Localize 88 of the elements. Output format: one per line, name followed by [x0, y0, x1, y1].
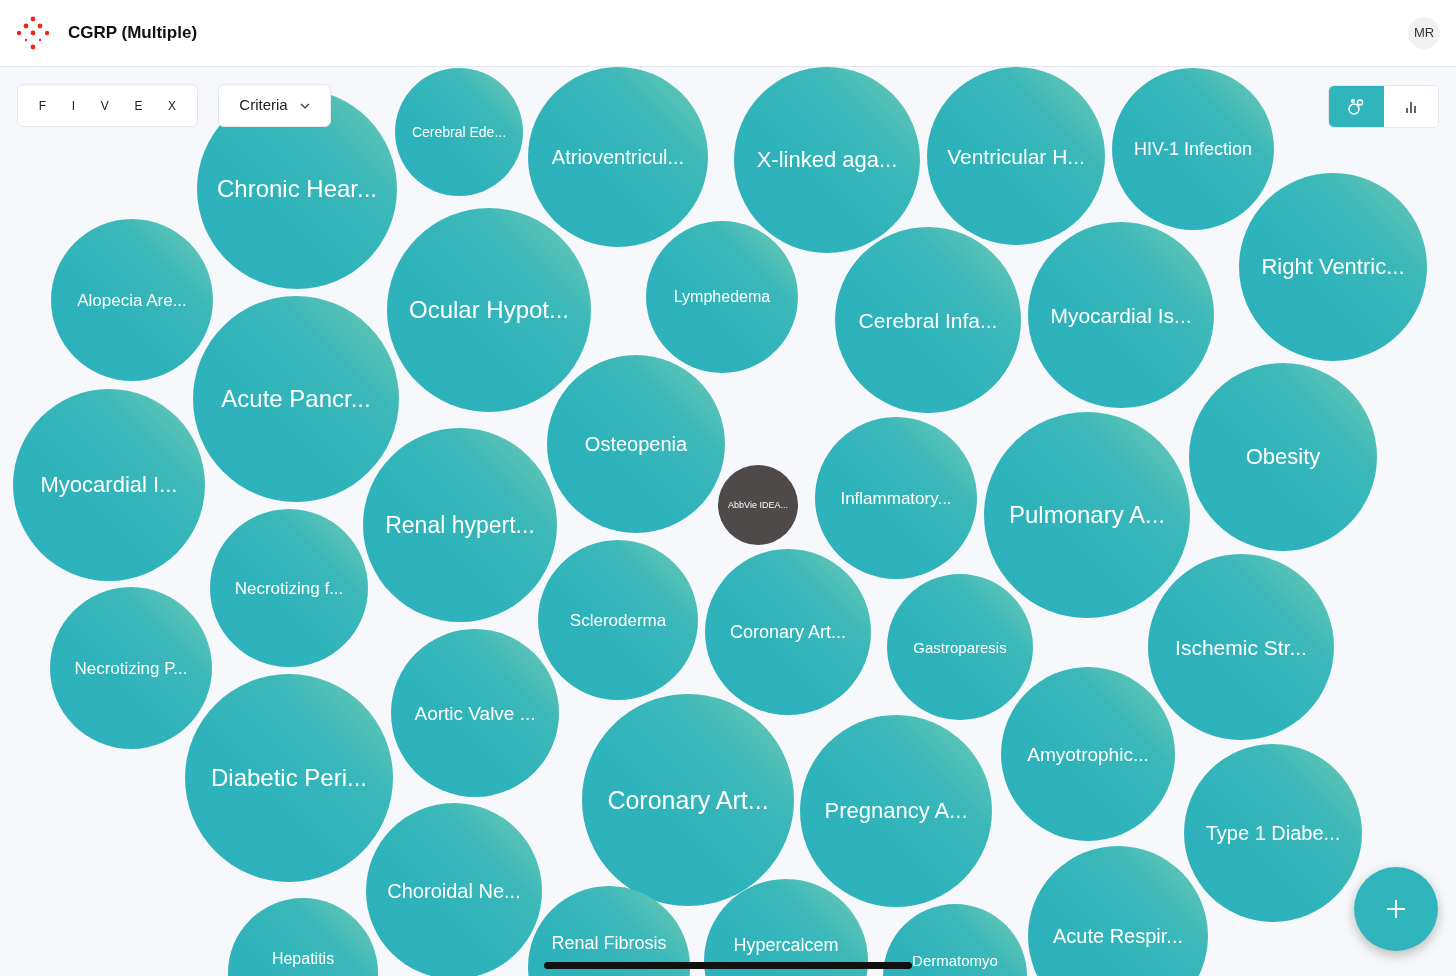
bubble[interactable]: Pregnancy A... — [800, 715, 992, 907]
bubble[interactable]: Lymphedema — [646, 221, 798, 373]
bubbles-icon — [1347, 97, 1366, 116]
bubble-label: HIV-1 Infection — [1133, 140, 1253, 158]
criteria-dropdown[interactable]: Criteria — [218, 84, 331, 127]
bubble-label: Renal hypert... — [385, 513, 535, 537]
bubble[interactable]: Amyotrophic... — [1001, 667, 1175, 841]
bubble-label: Atrioventricul... — [551, 147, 685, 167]
bubble[interactable]: Osteopenia — [547, 355, 725, 533]
bubble-label: Diabetic Peri... — [210, 766, 368, 790]
bubble-label: Gastroparesis — [913, 639, 1007, 655]
bubble-label: Type 1 Diabe... — [1205, 823, 1341, 843]
bubble-label: Osteopenia — [584, 434, 688, 454]
bubble[interactable]: AbbVie IDEA... — [718, 465, 798, 545]
bubble-label: Ventricular H... — [947, 145, 1085, 167]
bubble[interactable]: X-linked aga... — [734, 67, 920, 253]
bubble-label: Necrotizing P... — [74, 659, 188, 677]
filter-letter[interactable]: I — [67, 96, 80, 115]
bubble-label: Myocardial I... — [40, 474, 178, 496]
bubble[interactable]: Acute Respir... — [1028, 846, 1208, 976]
filter-letter[interactable]: V — [96, 96, 113, 115]
bubble[interactable]: Diabetic Peri... — [185, 674, 393, 882]
bubble-label: Hepatitis — [271, 951, 335, 967]
bubble[interactable]: Type 1 Diabe... — [1184, 744, 1362, 922]
bubble-label: Hypercalcem — [733, 936, 839, 954]
bubble[interactable]: Choroidal Ne... — [366, 803, 542, 976]
user-avatar[interactable]: MR — [1408, 17, 1440, 49]
bubble[interactable]: Alopecia Are... — [51, 219, 213, 381]
bubble-label: Acute Pancr... — [221, 387, 371, 411]
bubble[interactable]: Gastroparesis — [887, 574, 1033, 720]
bubble-label: Inflammatory... — [840, 489, 952, 507]
bar-chart-icon — [1403, 99, 1418, 114]
bubble[interactable]: Coronary Art... — [705, 549, 871, 715]
bubble[interactable]: Renal hypert... — [363, 428, 557, 622]
bubble[interactable]: Atrioventricul... — [528, 67, 708, 247]
bubble[interactable]: Necrotizing f... — [210, 509, 368, 667]
bubble[interactable]: Right Ventric... — [1239, 173, 1427, 361]
bubble[interactable]: Hepatitis — [228, 898, 378, 976]
bubble-label: AbbVie IDEA... — [728, 500, 788, 510]
bubble[interactable]: Myocardial I... — [13, 389, 205, 581]
bubble[interactable]: Scleroderma — [538, 540, 698, 700]
bubble[interactable]: Necrotizing P... — [50, 587, 212, 749]
plus-icon — [1386, 899, 1406, 919]
bubble-label: Obesity — [1245, 446, 1321, 468]
bubble-label: Pregnancy A... — [824, 800, 968, 822]
bubble-label: Cerebral Infa... — [858, 309, 998, 331]
bubble-label: Scleroderma — [569, 611, 667, 629]
bubble-label: Choroidal Ne... — [387, 881, 521, 901]
bubble[interactable]: Coronary Art... — [582, 694, 794, 906]
bubble-label: Coronary Art... — [729, 623, 846, 641]
bubble[interactable]: Ocular Hypot... — [387, 208, 591, 412]
filter-letter[interactable]: X — [164, 96, 181, 115]
bubble-label: Acute Respir... — [1052, 926, 1184, 946]
bubble-label: Dermatomyo — [912, 952, 998, 968]
page-title: CGRP (Multiple) — [68, 22, 198, 45]
view-toggle-button[interactable] — [1329, 86, 1384, 127]
bubble-label: Coronary Art... — [607, 787, 769, 813]
bubble-label: Aortic Valve ... — [414, 703, 536, 723]
bubble[interactable]: Inflammatory... — [815, 417, 977, 579]
bubble-label: Lymphedema — [673, 289, 771, 305]
bubble[interactable]: Myocardial Is... — [1028, 222, 1214, 408]
bubble-label: Right Ventric... — [1261, 256, 1405, 278]
bubble[interactable]: Ischemic Str... — [1148, 554, 1334, 740]
add-button[interactable] — [1354, 867, 1438, 951]
chevron-down-icon — [299, 102, 310, 109]
bubble[interactable]: Acute Pancr... — [193, 296, 399, 502]
bubble-label: Pulmonary A... — [1008, 503, 1166, 527]
bubble-label: Amyotrophic... — [1027, 744, 1149, 764]
filter-letter[interactable]: E — [130, 96, 147, 115]
bubble-label: X-linked aga... — [756, 149, 898, 171]
bubble[interactable]: Pulmonary A... — [984, 412, 1190, 618]
bubble[interactable]: Aortic Valve ... — [391, 629, 559, 797]
bubble-label: Chronic Hear... — [216, 177, 378, 201]
bubble[interactable]: Cerebral Infa... — [835, 227, 1021, 413]
bubble-label: Ischemic Str... — [1175, 636, 1307, 658]
bubble[interactable]: Ventricular H... — [927, 67, 1105, 245]
bubble-label: Ocular Hypot... — [408, 298, 570, 322]
bubble-label: Myocardial Is... — [1050, 304, 1192, 326]
bubble[interactable]: Cerebral Ede... — [395, 68, 523, 196]
bubble-label: Necrotizing f... — [234, 579, 344, 597]
bubble[interactable]: Obesity — [1189, 363, 1377, 551]
bubble-label: Renal Fibrosis — [551, 934, 667, 952]
bubble[interactable]: Dermatomyo — [883, 904, 1027, 976]
bubble-label: Alopecia Are... — [77, 291, 187, 309]
bubble[interactable]: HIV-1 Infection — [1112, 68, 1274, 230]
logo-icon — [16, 16, 50, 50]
bubble-label: Cerebral Ede... — [411, 125, 507, 139]
filter-letter[interactable]: F — [34, 96, 51, 115]
